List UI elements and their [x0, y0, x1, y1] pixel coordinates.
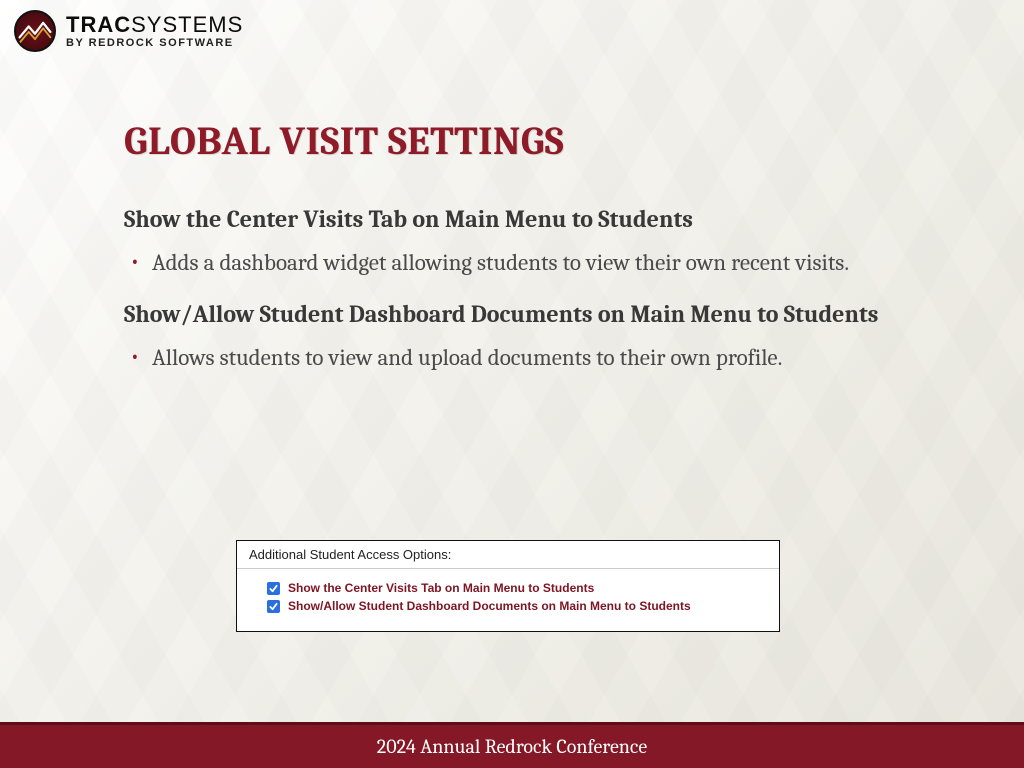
brand-subtitle: BY REDROCK SOFTWARE — [66, 38, 243, 49]
footer-bar: 2024 Annual Redrock Conference — [0, 722, 1024, 768]
logo-mark-icon — [14, 10, 56, 52]
section-bullet: Adds a dashboard widget allowing student… — [124, 247, 934, 278]
option-label: Show/Allow Student Dashboard Documents o… — [288, 599, 691, 613]
slide-title: GLOBAL VISIT SETTINGS — [124, 118, 564, 164]
checkbox-show-center-visits[interactable] — [267, 582, 280, 595]
settings-panel-body: Show the Center Visits Tab on Main Menu … — [237, 569, 779, 631]
brand-logo: TRACSYSTEMS BY REDROCK SOFTWARE — [14, 10, 243, 52]
brand-text: TRACSYSTEMS BY REDROCK SOFTWARE — [66, 14, 243, 49]
option-row: Show the Center Visits Tab on Main Menu … — [267, 581, 769, 595]
option-row: Show/Allow Student Dashboard Documents o… — [267, 599, 769, 613]
section-bullet: Allows students to view and upload docum… — [124, 342, 934, 373]
settings-panel-header: Additional Student Access Options: — [237, 541, 779, 569]
brand-main-b: SYSTEMS — [131, 12, 243, 37]
option-label: Show the Center Visits Tab on Main Menu … — [288, 581, 594, 595]
section-heading: Show/Allow Student Dashboard Documents o… — [124, 300, 934, 328]
brand-main-a: TRAC — [66, 12, 131, 37]
section-heading: Show the Center Visits Tab on Main Menu … — [124, 205, 934, 233]
slide-content: Show the Center Visits Tab on Main Menu … — [124, 205, 934, 395]
checkbox-show-dashboard-documents[interactable] — [267, 600, 280, 613]
footer-text: 2024 Annual Redrock Conference — [377, 735, 647, 758]
settings-panel: Additional Student Access Options: Show … — [236, 540, 780, 632]
